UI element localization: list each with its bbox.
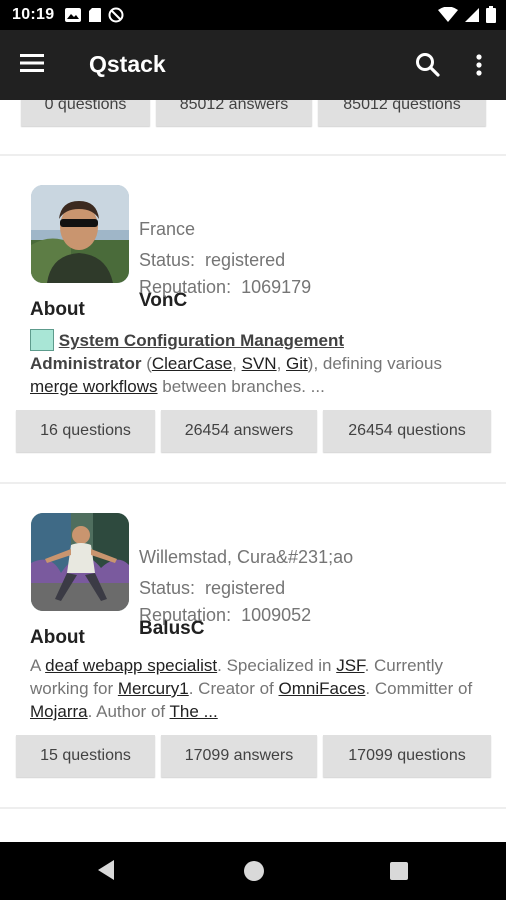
app-bar: Qstack: [0, 30, 506, 100]
more-vertical-icon: [476, 54, 482, 76]
user-reputation: Reputation: 1069179: [139, 277, 311, 298]
user-list[interactable]: 0 questions 85012 answers 85012 question…: [0, 100, 506, 842]
about-link[interactable]: The ...: [170, 702, 218, 721]
answers-count-button[interactable]: 85012 answers: [156, 100, 312, 126]
about-link[interactable]: ClearCase: [152, 354, 232, 373]
battery-icon: [486, 6, 496, 23]
answers-count-button[interactable]: 26454 answers: [161, 410, 317, 452]
questions-count-button[interactable]: 16 questions: [16, 410, 155, 452]
about-text-segment: A: [30, 656, 46, 675]
no-disturb-icon: [108, 7, 124, 23]
hamburger-menu-icon: [20, 54, 44, 72]
status-label: Status:: [139, 578, 196, 598]
user-location: France: [139, 219, 196, 239]
avatar-photo: [31, 185, 129, 283]
reputation-value: 1069179: [241, 277, 312, 297]
reputation-value: 1009052: [241, 605, 312, 625]
about-text-segment: . Committer of: [365, 679, 473, 698]
notification-icons: [64, 7, 124, 23]
about-title: About: [30, 299, 85, 320]
user-status: Status: registered: [139, 250, 285, 271]
flag-icon: [30, 329, 54, 351]
status-value: registered: [205, 250, 286, 270]
home-icon[interactable]: [244, 861, 264, 881]
reputation-label: Reputation:: [139, 277, 232, 297]
about-link[interactable]: SVN: [242, 354, 277, 373]
questions-count-button[interactable]: 85012 questions: [318, 100, 486, 126]
about-text-segment: (: [141, 354, 152, 373]
about-link[interactable]: OmniFaces: [279, 679, 366, 698]
avatar-photo: [31, 513, 129, 611]
about-link[interactable]: Mojarra: [30, 702, 88, 721]
about-link[interactable]: System Configuration Management: [59, 331, 344, 350]
overflow-menu-button[interactable]: [466, 49, 492, 81]
reputation-label: Reputation:: [139, 605, 232, 625]
about-text-segment: between branches. ...: [157, 377, 325, 396]
image-icon: [65, 8, 81, 22]
avatar: [31, 185, 129, 283]
search-icon: [416, 53, 440, 77]
answers-count-button[interactable]: 17099 answers: [161, 735, 317, 777]
system-icons: [438, 6, 496, 23]
card-divider: [0, 154, 506, 156]
about-text-segment: Administrator: [30, 354, 142, 373]
user-status: Status: registered: [139, 578, 285, 599]
search-button[interactable]: [412, 49, 444, 81]
questions-count-button[interactable]: 26454 questions: [323, 410, 491, 452]
status-bar: 10:19: [0, 0, 506, 30]
about-link[interactable]: merge workflows: [30, 377, 158, 396]
about-text-segment: . Author of: [87, 702, 170, 721]
about-text-segment: ,: [232, 354, 242, 373]
recents-icon[interactable]: [390, 862, 408, 880]
questions-count-button[interactable]: 15 questions: [16, 735, 155, 777]
card-divider: [0, 482, 506, 484]
about-text-segment: ,: [276, 354, 287, 373]
about-text-segment: ), defining various: [307, 354, 442, 373]
menu-button[interactable]: [18, 51, 52, 79]
avatar: [31, 513, 129, 611]
back-icon[interactable]: [96, 859, 116, 881]
questions-count-button[interactable]: 0 questions: [21, 100, 150, 126]
about-link[interactable]: deaf webapp specialist: [45, 656, 217, 675]
status-value: registered: [205, 578, 286, 598]
about-link[interactable]: JSF: [336, 656, 364, 675]
sd-card-icon: [89, 8, 101, 22]
questions-count-button[interactable]: 17099 questions: [323, 735, 491, 777]
status-time: 10:19: [12, 6, 55, 23]
user-location: Willemstad, Cura&#231;ao: [139, 547, 354, 567]
about-text-segment: . Specialized in: [217, 656, 337, 675]
system-navigation-bar: [0, 842, 506, 900]
about-title: About: [30, 627, 85, 648]
wifi-icon: [438, 6, 458, 22]
about-link[interactable]: Git: [286, 354, 308, 373]
app-title: Qstack: [89, 51, 166, 77]
about-text: A deaf webapp specialist. Specialized in…: [30, 654, 480, 723]
about-link[interactable]: Mercury1: [118, 679, 189, 698]
about-text: System Configuration Management Administ…: [30, 329, 480, 398]
signal-icon: [465, 7, 479, 22]
user-reputation: Reputation: 1009052: [139, 605, 311, 626]
about-text-segment: . Creator of: [188, 679, 279, 698]
status-label: Status:: [139, 250, 196, 270]
card-divider: [0, 807, 506, 809]
